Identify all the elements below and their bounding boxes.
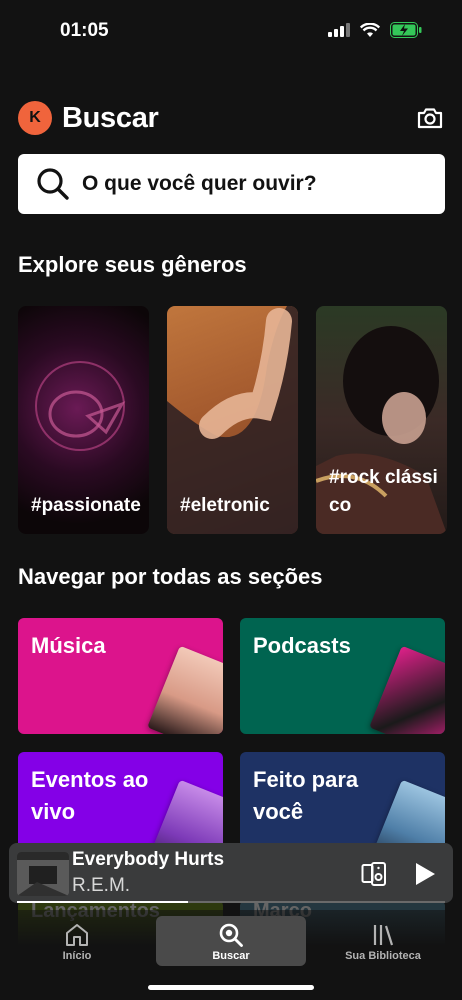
avatar[interactable]: K [18,101,52,135]
browse-card-label: Música [31,633,106,658]
browse-card-musica[interactable]: Música [18,618,223,734]
page-header: K Buscar [18,100,444,136]
play-icon[interactable] [413,861,437,887]
genre-label: #eletronic [180,495,270,516]
genre-carousel: #passionate #eletronic #rock clássico [18,306,447,534]
search-placeholder: O que você quer ouvir? [82,172,317,195]
nav-label: Sua Biblioteca [345,950,421,962]
status-bar: 01:05 [0,0,462,64]
nav-label: Buscar [212,950,250,962]
album-cover [17,852,69,896]
genre-card-passionate[interactable]: #passionate [18,306,149,534]
home-icon [66,924,88,946]
cellular-signal-icon [328,23,350,37]
browse-card-label: Podcasts [253,633,351,658]
home-indicator [148,985,314,990]
genre-card-rock-classico[interactable]: #rock clássico [316,306,447,534]
genre-label: #rock clássico [329,467,438,516]
nav-label: Início [62,950,92,962]
status-time: 01:05 [60,20,109,41]
library-icon [373,925,394,946]
browse-section-title: Navegar por todas as seções [18,564,323,589]
genre-card-eletronic[interactable]: #eletronic [167,306,298,534]
browse-grid: Música Podcasts Eventos ao vivo Feito pa… [18,618,445,868]
status-icons [328,22,422,38]
camera-icon[interactable] [416,104,444,132]
genres-section-title: Explore seus gêneros [18,252,247,277]
browse-card-podcasts[interactable]: Podcasts [240,618,445,734]
track-title: Everybody Hurts [72,849,225,870]
page-title: Buscar [62,101,159,134]
search-input[interactable]: O que você quer ouvir? [18,154,445,214]
battery-charging-icon [390,22,422,38]
progress-fill [17,901,189,903]
track-artist: R.E.M. [72,875,131,896]
search-icon [37,168,69,200]
connect-device-icon[interactable] [361,861,387,887]
browse-card-label: Eventos ao vivo [31,767,149,824]
nav-item-sua-biblioteca[interactable]: Sua Biblioteca [308,916,458,966]
album-artwork [17,852,69,896]
search-icon [219,923,243,947]
playback-progress [17,901,445,903]
nav-item-buscar[interactable]: Buscar [156,916,306,966]
genre-label: #passionate [31,495,141,516]
mini-player[interactable]: Everybody Hurts R.E.M. [9,843,453,903]
browse-card-label: Feito para você [253,767,359,824]
wifi-icon [360,22,380,37]
nav-item-inicio[interactable]: Início [2,916,152,966]
